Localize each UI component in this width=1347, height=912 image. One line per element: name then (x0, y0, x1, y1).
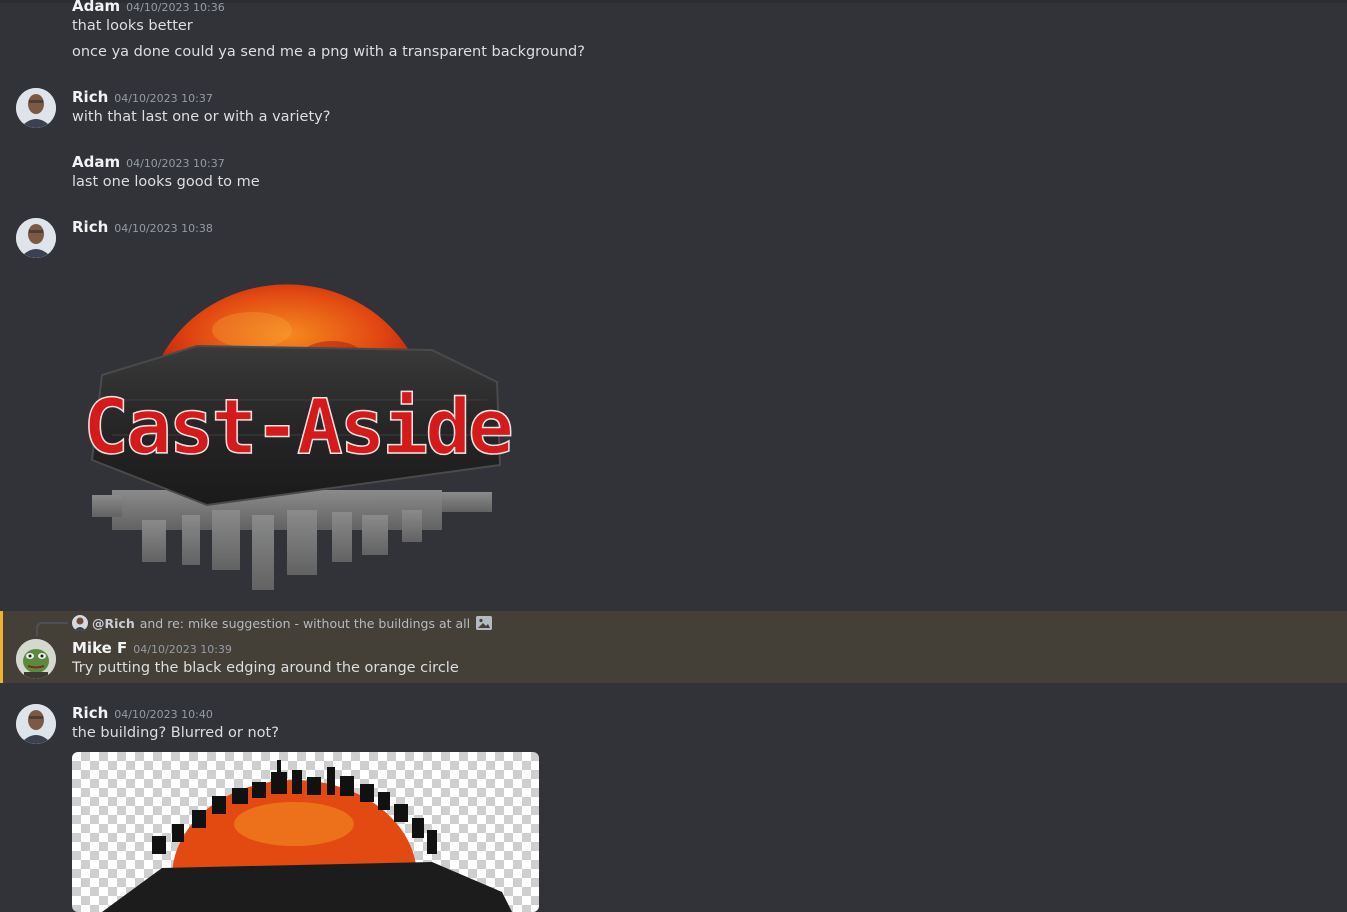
message-text: the building? Blurred or not? (72, 725, 279, 741)
message-text: last one looks good to me (72, 174, 260, 190)
avatar[interactable] (16, 218, 56, 258)
reply-author[interactable]: @Rich (92, 616, 135, 631)
message-header: Rich 04/10/2023 10:40 (72, 703, 213, 723)
reply-text: and re: mike suggestion - without the bu… (139, 615, 471, 631)
message-list[interactable]: Adam 04/10/2023 10:36 that looks better o… (0, 0, 1347, 912)
message-text: once ya done could ya send me a png with… (72, 44, 585, 60)
author-name[interactable]: Rich (72, 704, 108, 722)
author-name[interactable]: Rich (72, 218, 108, 236)
timestamp[interactable]: 04/10/2023 10:40 (114, 708, 213, 721)
reply-reference[interactable]: @Rich and re: mike suggestion - without … (72, 614, 493, 632)
image-icon (476, 616, 493, 630)
author-name[interactable]: Adam (72, 0, 120, 15)
author-name[interactable]: Adam (72, 153, 120, 171)
message-header: Rich 04/10/2023 10:37 (72, 87, 213, 107)
reply-avatar (72, 615, 88, 631)
timestamp[interactable]: 04/10/2023 10:37 (114, 92, 213, 105)
logo-image-attachment[interactable]: Cast-Aside (72, 260, 522, 595)
avatar[interactable] (16, 704, 56, 744)
reply-spine (36, 622, 68, 636)
timestamp[interactable]: 04/10/2023 10:36 (126, 1, 225, 14)
message-header: Rich 04/10/2023 10:38 (72, 217, 213, 237)
logo-wordmark: Cast-Aside (83, 382, 511, 471)
avatar[interactable] (16, 88, 56, 128)
author-name[interactable]: Mike F (72, 639, 127, 657)
author-name[interactable]: Rich (72, 88, 108, 106)
message-text: Try putting the black edging around the … (72, 660, 459, 676)
transparent-image-attachment[interactable] (72, 752, 539, 912)
message-header: Adam 04/10/2023 10:36 (72, 0, 225, 16)
mention-indicator (0, 611, 3, 683)
message-text: with that last one or with a variety? (72, 109, 331, 125)
timestamp[interactable]: 04/10/2023 10:38 (114, 222, 213, 235)
message-header: Adam 04/10/2023 10:37 (72, 152, 225, 172)
avatar[interactable] (16, 639, 56, 679)
timestamp[interactable]: 04/10/2023 10:39 (133, 643, 232, 656)
timestamp[interactable]: 04/10/2023 10:37 (126, 157, 225, 170)
message-header: Mike F 04/10/2023 10:39 (72, 638, 232, 658)
message-text: that looks better (72, 18, 193, 34)
